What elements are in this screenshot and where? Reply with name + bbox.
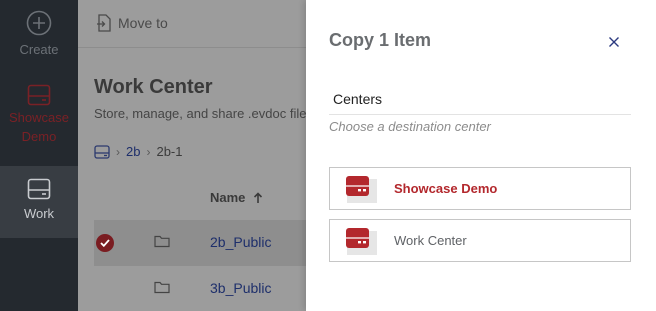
nav-work[interactable]: Work: [0, 166, 78, 238]
centers-label: Centers: [333, 91, 383, 107]
nav-showcase-label: Showcase Demo: [9, 110, 69, 144]
close-icon[interactable]: [606, 34, 622, 50]
row-name[interactable]: 2b_Public: [210, 234, 272, 250]
breadcrumb-item[interactable]: 2b-1: [156, 144, 182, 159]
breadcrumb-item[interactable]: 2b: [126, 144, 140, 159]
folder-icon: [154, 281, 170, 294]
dialog-title: Copy 1 Item: [329, 30, 432, 50]
drive-icon: [27, 84, 51, 106]
move-to-button[interactable]: Move to: [96, 14, 168, 32]
page-title: Work Center: [94, 76, 213, 98]
centers-hint: Choose a destination center: [329, 119, 491, 134]
center-option-label: Showcase Demo: [394, 181, 498, 196]
breadcrumb: › 2b › 2b-1: [94, 144, 183, 159]
nav-create-button[interactable]: Create: [0, 10, 78, 70]
table-row[interactable]: 2b_Public: [94, 220, 306, 266]
column-header-label: Name: [210, 190, 246, 205]
center-icon: [346, 228, 377, 255]
copy-dialog: Copy 1 Item Centers Choose a destination…: [306, 0, 656, 311]
drive-icon[interactable]: [94, 144, 110, 159]
nav-create-label: Create: [19, 42, 59, 57]
checkmark-icon[interactable]: [96, 234, 114, 252]
center-icon: [346, 176, 377, 203]
divider: [329, 114, 631, 115]
chevron-right-icon: ›: [146, 144, 151, 159]
table-row[interactable]: 3b_Public: [94, 266, 306, 311]
nav-showcase-demo[interactable]: Showcase Demo: [0, 84, 78, 160]
center-option-label: Work Center: [394, 233, 467, 248]
chevron-right-icon: ›: [116, 144, 120, 159]
center-option-work-center[interactable]: Work Center: [329, 219, 631, 262]
center-option-showcase-demo[interactable]: Showcase Demo: [329, 167, 631, 210]
move-file-icon: [97, 14, 111, 32]
page-subtitle: Store, manage, and share .evdoc file: [94, 106, 307, 121]
arrow-up-icon: [254, 191, 263, 203]
nav-work-label: Work: [23, 206, 55, 221]
column-header-name[interactable]: Name: [210, 190, 263, 205]
drive-icon: [27, 178, 51, 200]
move-to-label: Move to: [118, 15, 168, 31]
plus-circle-icon: [26, 10, 52, 36]
row-name[interactable]: 3b_Public: [210, 280, 272, 296]
nav-rail: Create Showcase Demo Work: [0, 0, 78, 311]
folder-icon: [154, 235, 170, 248]
